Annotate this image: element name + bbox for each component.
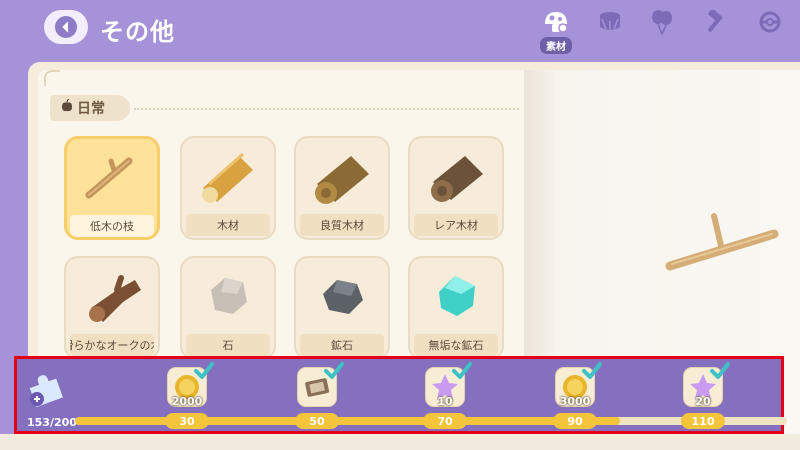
item-card[interactable]: 滑らかなオークの木 <box>64 256 160 360</box>
item-label: 低木の枝 <box>70 215 154 237</box>
milestone-reward[interactable]: 10 70 <box>423 361 479 435</box>
tab-materials-label: 素材 <box>540 37 572 54</box>
milestone-threshold: 90 <box>553 413 597 429</box>
reward-amount: 2000 <box>171 395 203 408</box>
item-label: 木材 <box>186 214 270 236</box>
ore-icon <box>296 258 388 334</box>
puzzle-piece-icon <box>25 369 65 409</box>
milestone-reward[interactable]: 3000 90 <box>553 361 609 435</box>
section-divider <box>134 108 519 110</box>
page-corner-decoration <box>44 70 60 86</box>
oak-wood-icon <box>66 258 158 334</box>
hammer-icon <box>702 8 730 36</box>
check-icon <box>323 361 345 381</box>
mushroom-icon <box>542 8 570 35</box>
check-icon <box>193 361 215 381</box>
item-label: 良質木材 <box>300 214 384 236</box>
branch-icon <box>67 139 157 215</box>
tab-tools[interactable] <box>696 8 736 54</box>
item-label: 石 <box>186 334 270 356</box>
reward-amount: 3000 <box>559 395 591 408</box>
milestone-threshold: 110 <box>681 413 725 429</box>
item-card[interactable]: 無垢な鉱石 <box>408 256 504 360</box>
item-label: 鉱石 <box>300 334 384 356</box>
reward-amount: 10 <box>437 395 453 408</box>
item-card[interactable]: 低木の枝 <box>64 136 160 240</box>
branch-preview-icon <box>662 206 782 278</box>
item-card[interactable]: 木材 <box>180 136 276 240</box>
tab-balloons[interactable] <box>642 8 682 54</box>
page-title: その他 <box>100 18 175 46</box>
drum-icon <box>596 8 624 36</box>
pure-ore-icon <box>410 258 502 334</box>
rare-log-icon <box>410 138 502 214</box>
item-card[interactable]: 石 <box>180 256 276 360</box>
milestone-reward[interactable]: 50 <box>295 361 351 435</box>
progress-count: 153/200 <box>27 416 77 429</box>
quality-log-icon <box>296 138 388 214</box>
check-icon <box>581 361 603 381</box>
milestone-threshold: 30 <box>165 413 209 429</box>
item-label: レア木材 <box>414 214 498 236</box>
top-bar: その他 素材 <box>0 0 800 60</box>
item-label: 滑らかなオークの木 <box>70 334 154 356</box>
section-label: 日常 <box>77 101 105 117</box>
section-header: 日常 <box>50 95 130 121</box>
item-card[interactable]: 良質木材 <box>294 136 390 240</box>
balloons-icon <box>648 8 676 36</box>
reward-progress-bar: 153/200 2000 30 50 10 70 3000 90 20 110 <box>14 356 787 435</box>
milestone-reward[interactable]: 2000 30 <box>165 361 221 435</box>
milestone-threshold: 70 <box>423 413 467 429</box>
reward-amount: 20 <box>695 395 711 408</box>
tab-materials[interactable]: 素材 <box>536 8 576 54</box>
apple-icon <box>60 98 74 117</box>
stone-icon <box>182 258 274 334</box>
lumber-icon <box>182 138 274 214</box>
milestone-threshold: 50 <box>295 413 339 429</box>
check-icon <box>709 361 731 381</box>
back-button[interactable] <box>44 10 88 44</box>
pokeball-icon <box>756 8 784 36</box>
item-card[interactable]: レア木材 <box>408 136 504 240</box>
item-label: 無垢な鉱石 <box>414 334 498 356</box>
back-arrow-icon <box>55 16 77 38</box>
tab-instruments[interactable] <box>590 8 630 54</box>
milestone-reward[interactable]: 20 110 <box>681 361 737 435</box>
item-card[interactable]: 鉱石 <box>294 256 390 360</box>
tab-pokemon[interactable] <box>750 8 790 54</box>
check-icon <box>451 361 473 381</box>
history-strip <box>0 434 800 450</box>
